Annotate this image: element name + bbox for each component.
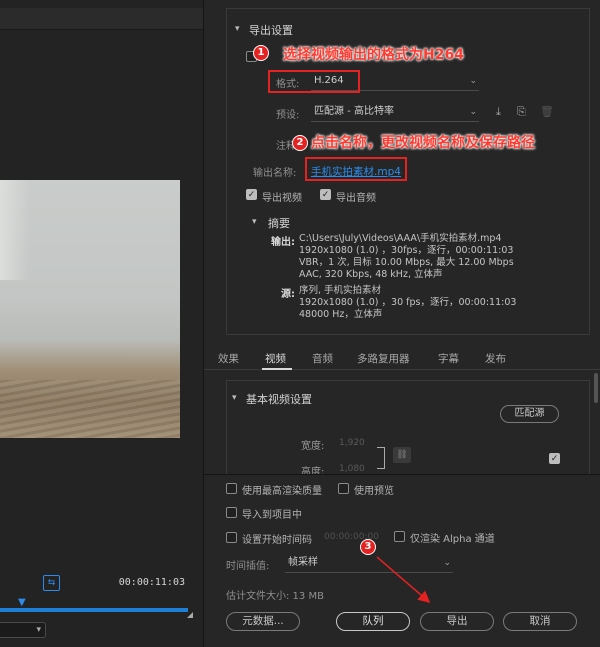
tab-captions[interactable]: 字幕 <box>438 351 459 366</box>
link-aspect-icon[interactable]: ⛓ <box>393 447 411 463</box>
start-timecode-checkbox[interactable] <box>226 532 237 543</box>
export-settings-title: 导出设置 <box>249 24 293 37</box>
summary-title: 摘要 <box>268 217 290 230</box>
tab-effects[interactable]: 效果 <box>218 351 239 366</box>
import-into-project-checkbox[interactable] <box>226 507 237 518</box>
step-3-badge: 3 <box>360 539 376 555</box>
delete-preset-icon[interactable]: 🗑 <box>540 105 554 118</box>
timeline-end-icon <box>187 612 193 618</box>
playhead-icon[interactable]: ▼ <box>18 597 28 608</box>
chevron-down-icon: ⌄ <box>469 107 477 117</box>
summary-source-line: 序列, 手机实拍素材 <box>299 285 382 296</box>
export-audio-checkbox[interactable]: ✓ <box>320 189 331 200</box>
step-1-badge: 1 <box>253 45 269 61</box>
tab-audio[interactable]: 音频 <box>312 351 333 366</box>
tab-video[interactable]: 视频 <box>265 351 286 366</box>
max-render-quality-checkbox[interactable] <box>226 483 237 494</box>
use-previews-checkbox[interactable] <box>338 483 349 494</box>
preview-pane: ⇆ 00:00:11:03 ▼ ▾ <box>0 0 203 647</box>
collapse-chevron-icon[interactable]: ▾ <box>235 24 240 34</box>
time-interpolation-dropdown[interactable]: 帧采样 ⌄ <box>285 555 453 573</box>
basic-video-settings: ▾ 基本视频设置 宽度: 1,920 高度: 1,080 ⛓ ✓ <box>226 380 590 475</box>
step-1-annotation: 选择视频输出的格式为H264 <box>283 47 464 63</box>
summary-output-line: AAC, 320 Kbps, 48 kHz, 立体声 <box>299 269 443 280</box>
cancel-button[interactable]: 取消 <box>503 612 577 631</box>
import-preset-icon[interactable]: ⎘ <box>517 105 526 119</box>
use-previews-label: 使用预览 <box>354 486 394 497</box>
summary-output-line: VBR，1 次, 目标 10.00 Mbps, 最大 12.00 Mbps <box>299 257 514 268</box>
aspect-bracket <box>377 447 385 469</box>
preset-value: 匹配源 - 高比特率 <box>314 106 394 117</box>
match-dimension-checkbox[interactable]: ✓ <box>549 453 560 464</box>
export-panel: ▾ 导出设置 格式: H.264 ⌄ 预设: 匹配源 - 高比特率 ⌄ ⤓ ⎘ … <box>203 0 600 647</box>
timeline-range-bar[interactable] <box>0 608 188 612</box>
preset-dropdown[interactable]: 匹配源 - 高比特率 ⌄ <box>311 104 479 122</box>
summary-source-line: 48000 Hz，立体声 <box>299 309 383 320</box>
zoom-dropdown[interactable]: ▾ <box>0 622 46 638</box>
start-timecode-label: 设置开始时间码 <box>242 535 312 546</box>
summary-source-key: 源: <box>281 289 295 300</box>
preview-video-frame <box>0 180 180 438</box>
export-button[interactable]: 导出 <box>420 612 494 631</box>
summary-chevron-icon[interactable]: ▾ <box>252 217 257 227</box>
width-value[interactable]: 1,920 <box>339 438 365 448</box>
import-into-project-label: 导入到项目中 <box>242 510 302 521</box>
export-audio-label: 导出音频 <box>336 193 376 204</box>
format-highlight-box <box>268 70 360 93</box>
preview-tab-strip <box>0 8 203 30</box>
output-name-highlight-box <box>305 157 407 181</box>
summary-source-line: 1920x1080 (1.0) ，30 fps，逐行，00:00:11:03 <box>299 297 517 308</box>
tab-publish[interactable]: 发布 <box>485 351 506 366</box>
export-video-label: 导出视频 <box>262 193 302 204</box>
chevron-down-icon: ⌄ <box>443 558 451 568</box>
chevron-down-icon: ⌄ <box>469 76 477 86</box>
video-settings-chevron-icon[interactable]: ▾ <box>232 393 237 403</box>
export-video-checkbox[interactable]: ✓ <box>246 189 257 200</box>
queue-button[interactable]: 队列 <box>336 612 410 631</box>
metadata-button[interactable]: 元数据... <box>226 612 300 631</box>
playhead-timecode: 00:00:11:03 <box>118 577 185 588</box>
width-label: 宽度: <box>301 441 325 452</box>
save-preset-icon[interactable]: ⤓ <box>496 105 501 119</box>
settings-scrollbar[interactable] <box>594 373 598 403</box>
summary-output-line: 1920x1080 (1.0) ，30fps，逐行，00:00:11:03 <box>299 245 514 256</box>
in-out-range-icon[interactable]: ⇆ <box>43 575 60 591</box>
time-interpolation-value: 帧采样 <box>288 557 318 568</box>
step-2-annotation: 点击名称，更改视频名称及保存路径 <box>311 135 535 151</box>
step-2-badge: 2 <box>292 135 308 151</box>
output-name-label: 输出名称: <box>253 168 297 179</box>
match-source-button[interactable]: 匹配源 <box>500 405 559 423</box>
export-options: 使用最高渲染质量 使用预览 导入到项目中 设置开始时间码 00:00:00:00… <box>204 474 600 647</box>
preset-label: 预设: <box>276 110 300 121</box>
max-render-quality-label: 使用最高渲染质量 <box>242 486 322 497</box>
summary-output-line: C:\Users\July\Videos\AAA\手机实拍素材.mp4 <box>299 233 502 244</box>
active-tab-indicator <box>262 368 292 370</box>
height-value[interactable]: 1,080 <box>339 464 365 474</box>
render-alpha-label: 仅渲染 Alpha 通道 <box>410 534 495 545</box>
tab-multiplexer[interactable]: 多路复用器 <box>357 351 410 366</box>
render-alpha-checkbox[interactable] <box>394 531 405 542</box>
settings-tabs: 效果 视频 音频 多路复用器 字幕 发布 <box>204 346 600 370</box>
time-interpolation-label: 时间插值: <box>226 561 270 572</box>
video-settings-title: 基本视频设置 <box>246 393 312 406</box>
estimated-file-size: 估计文件大小: 13 MB <box>226 591 324 602</box>
summary-output-key: 输出: <box>271 237 295 248</box>
